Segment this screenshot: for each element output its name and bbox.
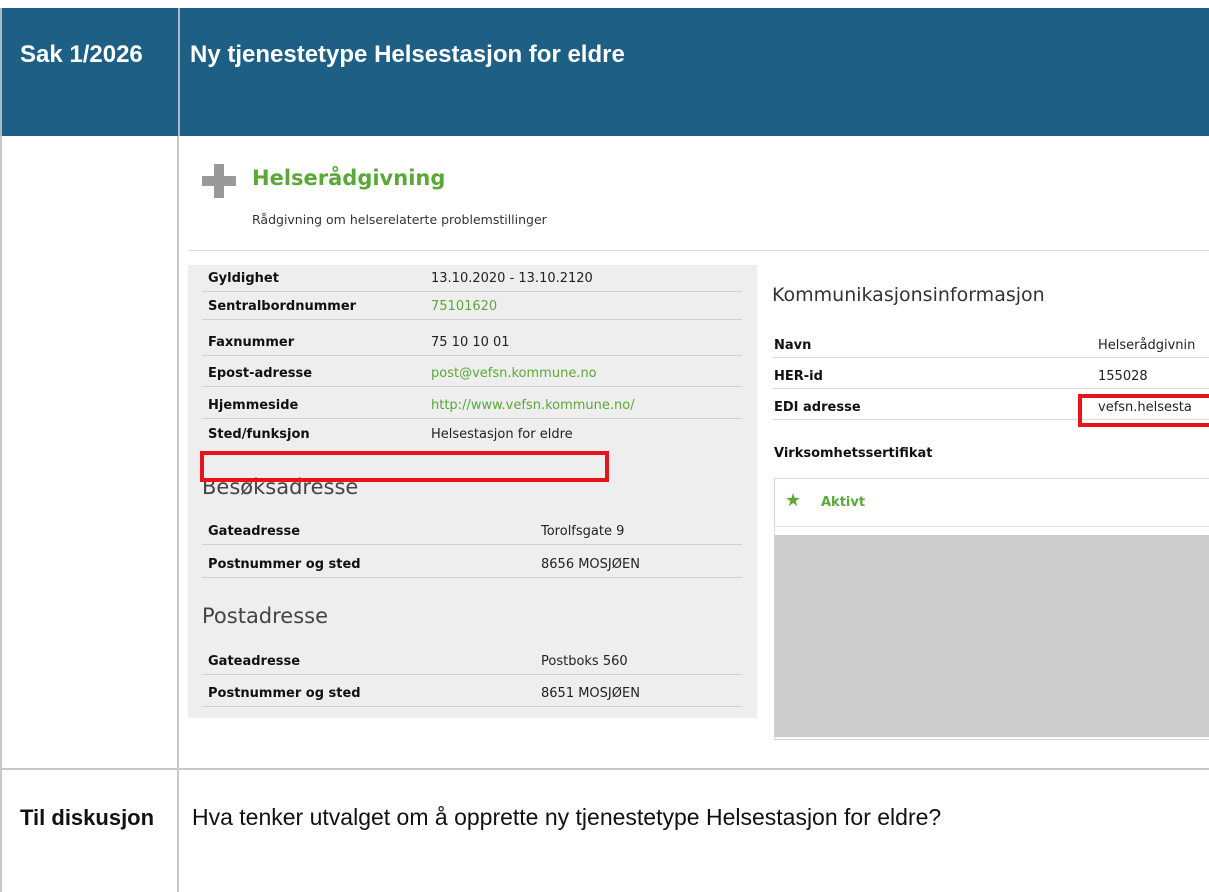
detail-label: Gateadresse [208,524,301,539]
detail-label: Sentralbordnummer [208,299,357,314]
case-number: Sak 1/2026 [20,41,143,68]
detail-label: Hjemmeside [208,398,299,413]
detail-value: 13.10.2020 - 13.10.2120 [431,271,593,286]
phone-link[interactable]: 75101620 [431,299,497,314]
header-left-border [0,8,2,136]
detail-label: Gyldighet [208,271,279,286]
detail-label: Postnummer og sted [208,686,361,701]
communication-heading: Kommunikasjonsinformasjon [772,284,1045,306]
slide-table: Sak 1/2026 Ny tjenestetype Helsestasjon … [0,0,1209,892]
detail-label: Gateadresse [208,654,301,669]
divider [188,250,1209,251]
detail-label: Sted/funksjon [208,427,310,442]
communication-row: HER-id 155028 [772,364,1209,389]
table-row-divider [0,768,1209,770]
email-link[interactable]: post@vefsn.kommune.no [431,366,597,381]
detail-row-gyldighet: Gyldighet 13.10.2020 - 13.10.2120 [202,267,742,292]
star-icon: ★ [785,490,802,511]
detail-label: Postnummer og sted [208,557,361,572]
comm-label: HER-id [774,369,823,384]
certificate-card: ★ Aktivt [774,478,1209,740]
detail-row-sentralbordnummer: Sentralbordnummer 75101620 [202,295,742,320]
detail-value: Helsestasjon for eldre [431,427,573,442]
visit-address-row: Postnummer og sted 8656 MOSJØEN [202,553,742,578]
postal-address-row: Postnummer og sted 8651 MOSJØEN [202,682,742,707]
detail-label: Epost-adresse [208,366,313,381]
service-subtitle: Rådgivning om helserelaterte problemstil… [252,212,547,227]
detail-row-sted-funksjon: Sted/funksjon Helsestasjon for eldre [202,423,742,448]
certificate-status: Aktivt [821,495,866,510]
discussion-question: Hva tenker utvalget om å opprette ny tje… [192,804,942,830]
table-column-divider [177,136,179,892]
postal-address-heading: Postadresse [202,604,329,628]
certificate-details-placeholder [775,535,1209,737]
certificate-status-row[interactable]: ★ Aktivt [775,479,1209,527]
detail-value: Postboks 560 [541,654,628,669]
highlight-box [200,451,609,482]
visit-address-row: Gateadresse Torolfsgate 9 [202,520,742,545]
case-title: Ny tjenestetype Helsestasjon for eldre [190,41,625,68]
detail-label: Faxnummer [208,335,295,350]
table-header-row [0,8,1209,136]
comm-value: 155028 [1098,369,1148,384]
comm-label: Navn [774,338,812,353]
header-column-divider [178,8,180,136]
highlight-box [1078,394,1209,427]
detail-value: 75 10 10 01 [431,335,510,350]
website-link[interactable]: http://www.vefsn.kommune.no/ [431,398,635,413]
postal-address-row: Gateadresse Postboks 560 [202,650,742,675]
comm-value: Helserådgivnin [1098,338,1196,353]
comm-label: EDI adresse [774,400,861,415]
detail-row-faxnummer: Faxnummer 75 10 10 01 [202,331,742,356]
communication-row: Navn Helserådgivnin [772,333,1209,358]
certificate-heading: Virksomhetssertifikat [774,446,933,461]
detail-row-epost: Epost-adresse post@vefsn.kommune.no [202,362,742,387]
plus-icon [202,164,236,198]
detail-value: 8656 MOSJØEN [541,557,640,572]
table-left-border [0,136,2,892]
detail-value: Torolfsgate 9 [541,524,625,539]
detail-row-hjemmeside: Hjemmeside http://www.vefsn.kommune.no/ [202,394,742,419]
discussion-label: Til diskusjon [20,805,155,830]
service-title: Helserådgivning [252,166,446,190]
detail-value: 8651 MOSJØEN [541,686,640,701]
embedded-screenshot: Helserådgivning Rådgivning om helserelat… [188,150,1209,750]
